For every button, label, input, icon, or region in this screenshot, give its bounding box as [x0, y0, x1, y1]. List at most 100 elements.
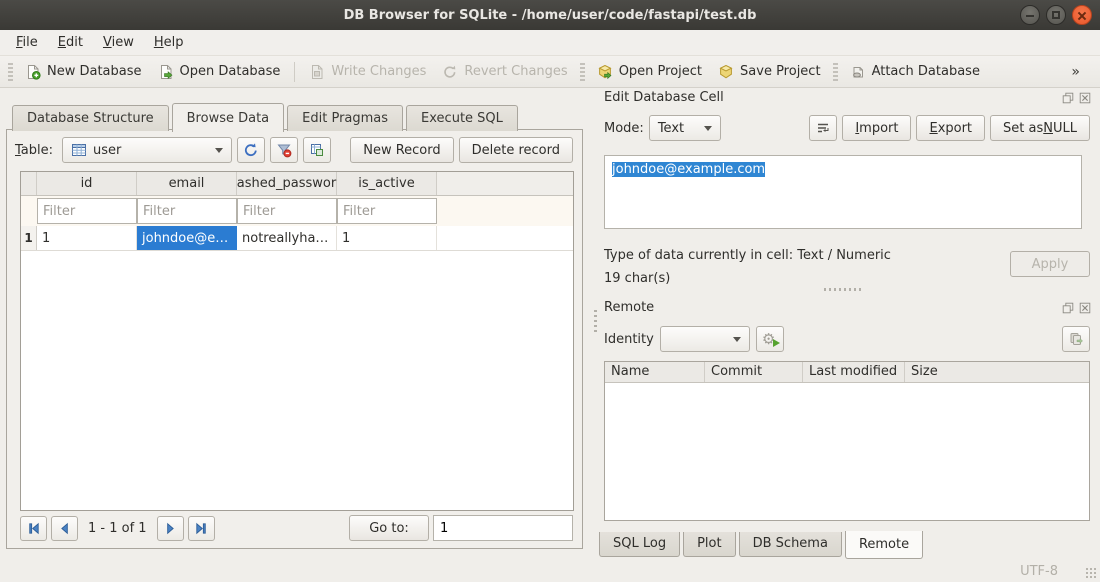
open-database-icon [158, 64, 174, 80]
open-project-icon [597, 64, 613, 80]
identity-select[interactable] [660, 326, 750, 352]
gear-arrow-icon [773, 339, 780, 347]
cell-type-info: Type of data currently in cell: Text / N… [604, 244, 891, 267]
identity-label: Identity [604, 332, 654, 347]
cell-id[interactable]: 1 [37, 226, 137, 250]
open-project-button[interactable]: Open Project [589, 60, 710, 84]
close-button[interactable] [1072, 5, 1092, 25]
save-results-button[interactable] [303, 137, 331, 163]
refresh-icon [243, 142, 259, 158]
right-dock-area: Edit Database Cell Mode: Text Import Exp… [584, 88, 1100, 560]
data-grid: id email ashed_passwor is_active 1 1 joh… [20, 171, 574, 511]
toolbar-drag-handle[interactable] [833, 63, 838, 81]
goto-button[interactable]: Go to: [349, 515, 429, 541]
column-header-hashed-password[interactable]: ashed_passwor [237, 172, 337, 195]
encoding-indicator[interactable]: UTF-8 [1020, 564, 1058, 579]
mode-select[interactable]: Text [649, 115, 721, 141]
dock-splitter-handle[interactable] [824, 288, 864, 291]
new-database-icon [25, 64, 41, 80]
cell-email-selected[interactable]: johndoe@e… [137, 226, 237, 250]
new-database-button[interactable]: New Database [17, 60, 150, 84]
chevron-down-icon [215, 148, 223, 153]
toolbar-drag-handle[interactable] [8, 63, 13, 81]
tab-browse-data[interactable]: Browse Data [172, 103, 285, 132]
filter-input-id[interactable] [37, 198, 137, 224]
column-header-is-active[interactable]: is_active [337, 172, 437, 195]
float-dock-icon[interactable] [1061, 301, 1075, 315]
tab-sql-log[interactable]: SQL Log [599, 532, 680, 557]
table-label: Table: [15, 143, 53, 158]
word-wrap-button[interactable] [809, 115, 837, 141]
cell-editor-textarea[interactable]: johndoe@example.com [604, 155, 1082, 229]
table-select[interactable]: user [62, 137, 232, 163]
last-page-icon [194, 521, 209, 536]
clone-database-icon [1068, 331, 1084, 347]
edit-cell-dock-buttons [1061, 91, 1092, 105]
tab-execute-sql[interactable]: Execute SQL [406, 105, 518, 131]
minimize-button[interactable] [1020, 5, 1040, 25]
save-project-button[interactable]: Save Project [710, 60, 829, 84]
first-page-button[interactable] [20, 516, 47, 541]
import-button[interactable]: Import [842, 115, 911, 141]
last-page-button[interactable] [188, 516, 215, 541]
app-window: DB Browser for SQLite - /home/user/code/… [0, 0, 1100, 582]
refresh-button[interactable] [237, 137, 265, 163]
menu-edit[interactable]: Edit [48, 32, 93, 53]
cell-hashed-password[interactable]: notreallyha… [237, 226, 337, 250]
tab-edit-pragmas[interactable]: Edit Pragmas [287, 105, 403, 131]
goto-input[interactable] [433, 515, 573, 541]
selected-cell-text: johndoe@example.com [612, 162, 765, 177]
remote-column-commit[interactable]: Commit [705, 362, 803, 382]
clear-filters-button[interactable] [270, 137, 298, 163]
export-button[interactable]: Export [916, 115, 985, 141]
grid-corner [21, 172, 37, 195]
remote-column-size[interactable]: Size [905, 362, 1089, 382]
tab-db-schema[interactable]: DB Schema [739, 532, 842, 557]
remote-column-name[interactable]: Name [605, 362, 705, 382]
cell-is-active[interactable]: 1 [337, 226, 437, 250]
next-page-icon [163, 521, 178, 536]
grid-filter-row [21, 196, 573, 226]
window-title: DB Browser for SQLite - /home/user/code/… [344, 8, 757, 23]
maximize-button[interactable] [1046, 5, 1066, 25]
open-database-button[interactable]: Open Database [150, 60, 289, 84]
menu-help[interactable]: Help [144, 32, 194, 53]
set-as-null-button[interactable]: Set as NULL [990, 115, 1090, 141]
edit-cell-mode-row: Mode: Text Import Export Set as NULL [604, 114, 1090, 142]
delete-record-button[interactable]: Delete record [459, 137, 573, 163]
row-number[interactable]: 1 [21, 226, 37, 250]
browse-controls-row: Table: user New Record Delete record [15, 136, 573, 164]
title-bar[interactable]: DB Browser for SQLite - /home/user/code/… [0, 0, 1100, 30]
filter-input-email[interactable] [137, 198, 237, 224]
new-record-button[interactable]: New Record [350, 137, 453, 163]
toolbar-separator [294, 62, 295, 82]
filter-clear-icon [276, 142, 292, 158]
save-project-icon [718, 64, 734, 80]
chevron-down-icon [704, 126, 712, 131]
panel-splitter-handle[interactable] [594, 310, 597, 332]
identity-settings-button[interactable]: ⚙ [756, 326, 784, 352]
column-header-email[interactable]: email [137, 172, 237, 195]
resize-grip[interactable] [1085, 567, 1097, 579]
attach-database-button[interactable]: Attach Database [842, 60, 988, 84]
grid-header-row: id email ashed_passwor is_active [21, 172, 573, 196]
toolbar-overflow-button[interactable]: » [1065, 62, 1086, 82]
next-page-button[interactable] [157, 516, 184, 541]
browse-data-panel: Table: user New Record Delete record id [6, 129, 583, 549]
float-dock-icon[interactable] [1061, 91, 1075, 105]
close-dock-icon[interactable] [1078, 91, 1092, 105]
column-header-id[interactable]: id [37, 172, 137, 195]
previous-page-button[interactable] [51, 516, 78, 541]
menu-view[interactable]: View [93, 32, 144, 53]
toolbar-drag-handle[interactable] [580, 63, 585, 81]
filter-input-hashed-password[interactable] [237, 198, 337, 224]
menu-file[interactable]: File [6, 32, 48, 53]
tab-plot[interactable]: Plot [683, 532, 736, 557]
tab-database-structure[interactable]: Database Structure [12, 105, 169, 131]
filter-input-is-active[interactable] [337, 198, 437, 224]
remote-column-last-modified[interactable]: Last modified [803, 362, 905, 382]
close-dock-icon[interactable] [1078, 301, 1092, 315]
remote-dock-buttons [1061, 301, 1092, 315]
tab-remote[interactable]: Remote [845, 531, 923, 559]
menu-bar: File Edit View Help [0, 30, 1100, 56]
